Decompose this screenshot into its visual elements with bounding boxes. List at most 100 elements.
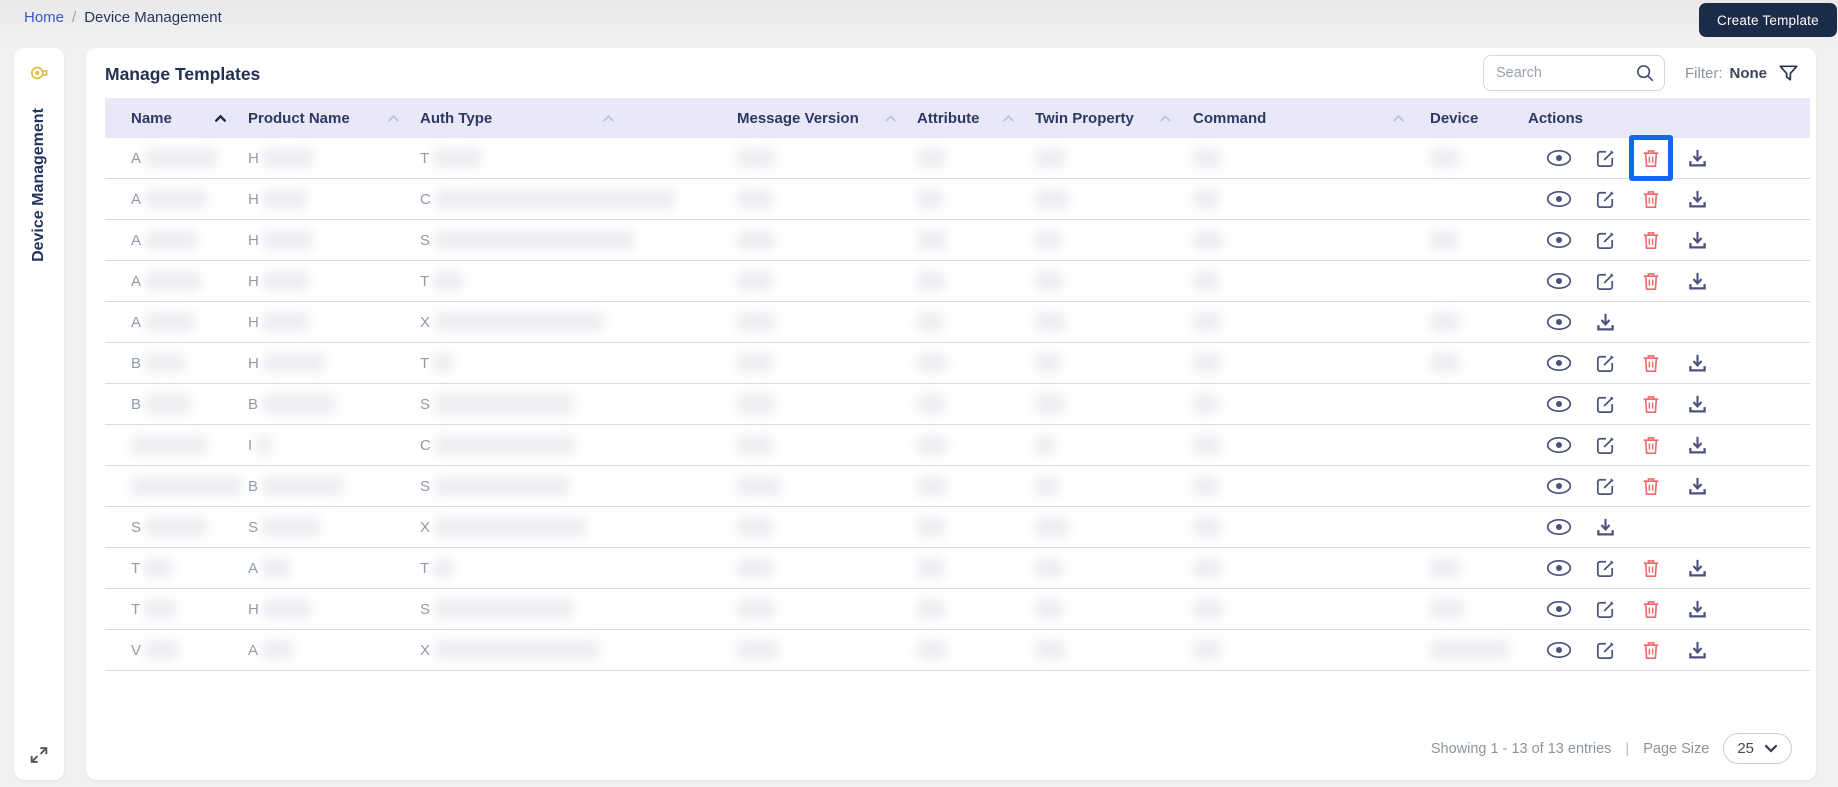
expand-button[interactable] (28, 744, 50, 766)
download-template-button[interactable] (1684, 350, 1710, 376)
breadcrumb-separator: / (72, 9, 77, 26)
edit-template-button[interactable] (1592, 391, 1618, 417)
delete-template-button[interactable] (1638, 432, 1664, 458)
table-cell (737, 548, 917, 588)
view-template-button[interactable] (1546, 514, 1572, 540)
edit-template-button[interactable] (1592, 145, 1618, 171)
edit-template-button[interactable] (1592, 268, 1618, 294)
download-template-button[interactable] (1684, 596, 1710, 622)
create-template-button[interactable]: Create Template (1699, 3, 1837, 37)
edit-template-button[interactable] (1592, 186, 1618, 212)
download-template-button[interactable] (1592, 514, 1618, 540)
delete-template-button[interactable] (1638, 186, 1664, 212)
edit-template-button[interactable] (1592, 637, 1618, 663)
redacted-cell-blur (434, 435, 575, 455)
delete-template-button[interactable] (1638, 391, 1664, 417)
page-size-value: 25 (1737, 740, 1754, 757)
table-cell (1193, 507, 1430, 547)
table-cell (1035, 261, 1193, 301)
delete-template-button[interactable] (1638, 473, 1664, 499)
column-header-attribute[interactable]: Attribute (917, 98, 1035, 138)
sort-caret-icon[interactable] (387, 114, 400, 123)
download-template-button[interactable] (1684, 432, 1710, 458)
download-template-button[interactable] (1684, 186, 1710, 212)
table-cell (1035, 220, 1193, 260)
view-template-button[interactable] (1546, 227, 1572, 253)
trash-icon (1643, 436, 1659, 454)
download-template-button[interactable] (1592, 309, 1618, 335)
download-template-button[interactable] (1684, 637, 1710, 663)
redacted-cell-initial: S (420, 600, 431, 618)
column-header-name[interactable]: Name (105, 98, 248, 138)
breadcrumb-home-link[interactable]: Home (24, 9, 64, 26)
view-template-button[interactable] (1546, 145, 1572, 171)
delete-template-button[interactable] (1629, 135, 1673, 181)
view-template-button[interactable] (1546, 268, 1572, 294)
eye-icon (1546, 436, 1572, 454)
redacted-cell-initial: H (248, 272, 259, 290)
delete-template-button[interactable] (1638, 555, 1664, 581)
view-template-button[interactable] (1546, 637, 1572, 663)
view-template-button[interactable] (1546, 596, 1572, 622)
sort-caret-icon[interactable] (1002, 114, 1015, 123)
row-actions (1528, 425, 1810, 465)
edit-template-button[interactable] (1592, 596, 1618, 622)
edit-template-button[interactable] (1592, 227, 1618, 253)
sort-caret-icon[interactable] (214, 114, 227, 123)
delete-template-button[interactable] (1638, 268, 1664, 294)
sort-caret-icon[interactable] (1392, 114, 1405, 123)
sidebar-item-device-management[interactable]: Device Management (30, 108, 48, 262)
delete-template-button[interactable] (1638, 350, 1664, 376)
sort-caret-icon[interactable] (884, 114, 897, 123)
delete-template-button[interactable] (1638, 637, 1664, 663)
delete-template-button[interactable] (1638, 596, 1664, 622)
eye-icon (1546, 272, 1572, 290)
view-template-button[interactable] (1546, 432, 1572, 458)
edit-template-button[interactable] (1592, 473, 1618, 499)
table-cell (1430, 302, 1528, 342)
manage-templates-panel: Manage Templates Filter: None (86, 48, 1816, 780)
redacted-cell-blur (737, 435, 773, 455)
table-row: TAT (105, 548, 1810, 589)
sort-caret-icon[interactable] (1159, 114, 1172, 123)
view-template-button[interactable] (1546, 391, 1572, 417)
view-template-button[interactable] (1546, 309, 1572, 335)
table-cell (917, 179, 1035, 219)
download-template-button[interactable] (1684, 391, 1710, 417)
table-cell (737, 220, 917, 260)
view-template-button[interactable] (1546, 186, 1572, 212)
column-header-auth-type[interactable]: Auth Type (420, 98, 737, 138)
column-header-message-version[interactable]: Message Version (737, 98, 917, 138)
table-cell (1035, 589, 1193, 629)
edit-template-button[interactable] (1592, 432, 1618, 458)
view-template-button[interactable] (1546, 350, 1572, 376)
edit-template-button[interactable] (1592, 555, 1618, 581)
table-cell: T (420, 261, 737, 301)
table-cell: B (105, 343, 248, 383)
redacted-cell-blur (1035, 640, 1065, 660)
table-cell (737, 589, 917, 629)
device-management-module-icon[interactable] (29, 62, 50, 83)
redacted-cell-blur (262, 517, 321, 537)
table-row: BBS (105, 384, 1810, 425)
table-row: SSX (105, 507, 1810, 548)
column-header-command[interactable]: Command (1193, 98, 1430, 138)
sort-caret-icon[interactable] (602, 114, 615, 123)
redacted-cell-blur (917, 230, 947, 250)
delete-template-button[interactable] (1638, 227, 1664, 253)
page-size-select[interactable]: 25 (1723, 733, 1792, 764)
download-template-button[interactable] (1684, 555, 1710, 581)
download-template-button[interactable] (1684, 227, 1710, 253)
view-template-button[interactable] (1546, 555, 1572, 581)
download-template-button[interactable] (1684, 268, 1710, 294)
download-template-button[interactable] (1684, 473, 1710, 499)
filter-funnel-icon[interactable] (1777, 62, 1800, 85)
redacted-cell-initial: H (248, 354, 259, 372)
edit-template-button[interactable] (1592, 350, 1618, 376)
column-header-twin-property[interactable]: Twin Property (1035, 98, 1193, 138)
download-template-button[interactable] (1684, 145, 1710, 171)
view-template-button[interactable] (1546, 473, 1572, 499)
redacted-cell-blur (1035, 435, 1055, 455)
column-header-product-name[interactable]: Product Name (248, 98, 420, 138)
search-icon[interactable] (1634, 62, 1656, 84)
